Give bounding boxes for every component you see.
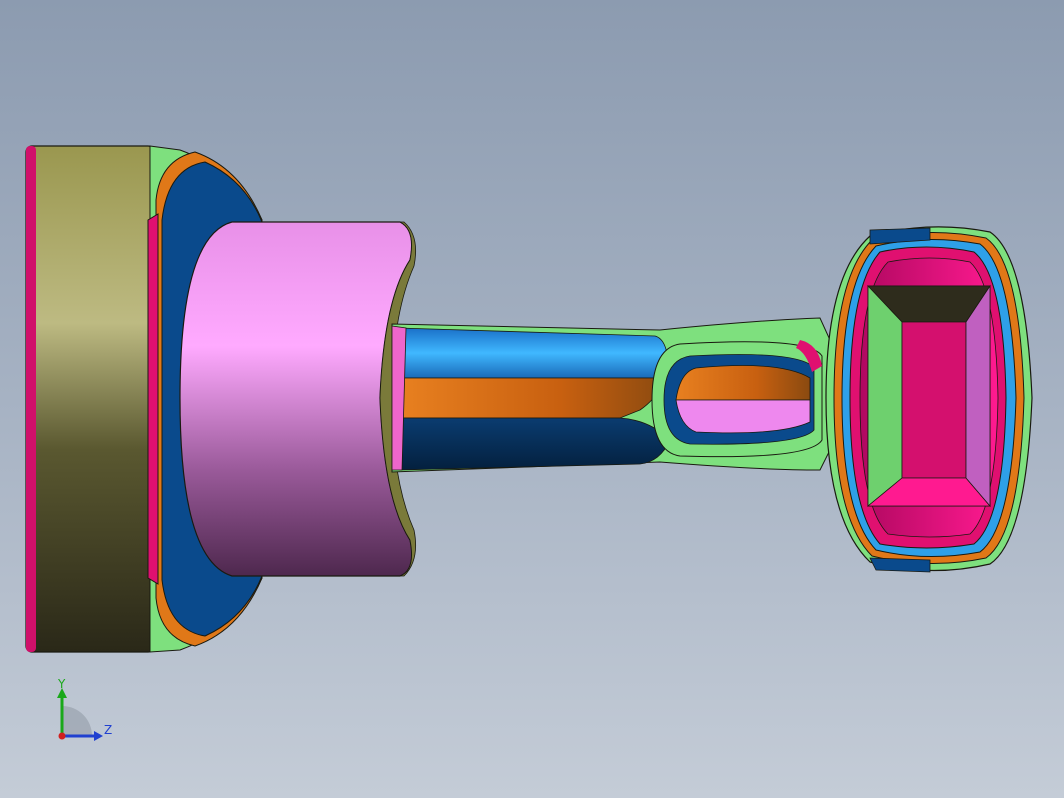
connecting-rod-beam[interactable]: [391, 317, 831, 473]
piston-crown[interactable]: [25, 145, 155, 653]
z-axis-arrowhead: [94, 731, 103, 741]
view-orientation-triad: Y Z: [57, 678, 112, 741]
z-axis-label: Z: [104, 723, 112, 737]
y-axis-label: Y: [57, 678, 66, 691]
triad-quadrant: [62, 706, 92, 736]
x-axis-dot: [58, 732, 66, 740]
cad-model[interactable]: [0, 0, 1064, 798]
piston-pin-boss[interactable]: [179, 221, 417, 577]
graphics-viewport[interactable]: Y Z: [0, 0, 1064, 798]
connecting-rod-big-end[interactable]: [825, 226, 1033, 573]
